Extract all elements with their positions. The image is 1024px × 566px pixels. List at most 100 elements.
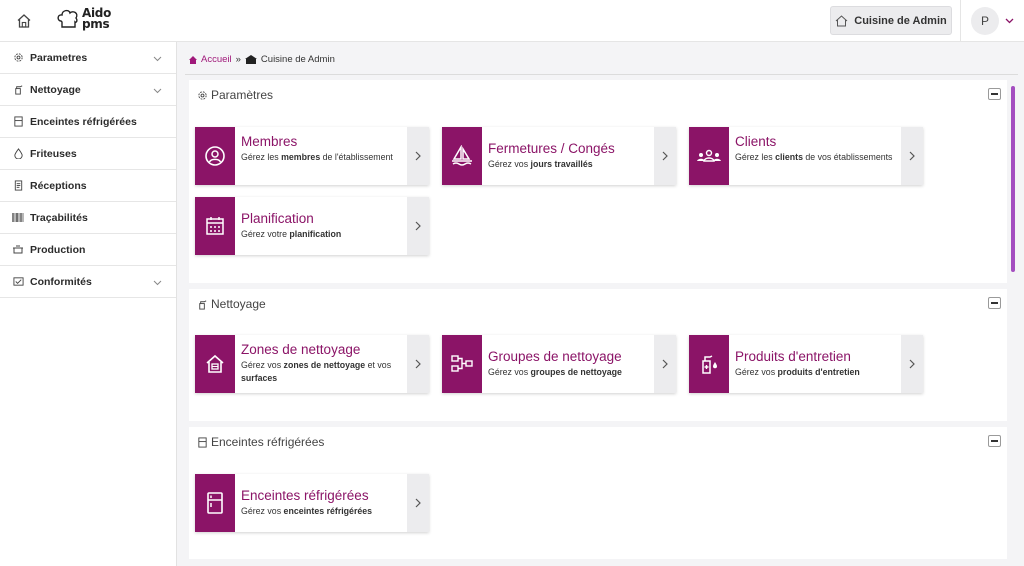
card-planification[interactable]: Planification Gérez votre planification [195,197,429,255]
card-title: Enceintes réfrigérées [241,488,369,503]
card-title: Produits d'entretien [735,349,851,364]
chevron-right-icon[interactable] [407,474,429,532]
chevron-right-icon[interactable] [901,335,923,393]
section-title-text: Nettoyage [211,297,266,311]
sidebar-item-parametres[interactable]: Parametres [0,42,176,74]
chevron-right-icon[interactable] [654,127,676,185]
chevron-down-icon [153,85,162,97]
sidebar-item-label: Réceptions [30,179,87,192]
chevron-right-icon[interactable] [407,197,429,255]
site-button-label: Cuisine de Admin [854,14,947,27]
scrollbar-thumb[interactable] [1011,86,1015,272]
card-fermetures[interactable]: Fermetures / Congés Gérez vos jours trav… [442,127,676,185]
pot-icon [12,244,24,256]
sailboat-icon [442,127,482,185]
barcode-icon [12,212,24,224]
card-title: Zones de nettoyage [241,342,361,357]
collapse-button[interactable] [988,435,1001,447]
card-title: Membres [241,134,298,149]
breadcrumb-home-link[interactable]: Accueil [201,54,232,65]
sidebar: Parametres Nettoyage Enceintes réfrigéré… [0,42,177,566]
user-circle-icon [195,127,235,185]
spray-icon [199,299,207,310]
fridge-icon [195,474,235,532]
card-description: Gérez votre planification [241,229,342,239]
fridge-icon [12,116,24,128]
card-title: Groupes de nettoyage [488,349,622,364]
sidebar-item-label: Traçabilités [30,211,88,224]
users-icon [689,127,729,185]
card-title: Planification [241,211,314,226]
logo-line-2: pms [82,17,110,31]
section-title: Nettoyage [197,297,266,311]
section-title-text: Enceintes réfrigérées [211,435,325,449]
spray-bottle-icon [689,335,729,393]
sidebar-item-label: Production [30,243,86,256]
chevron-right-icon[interactable] [901,127,923,185]
card-zones-nettoyage[interactable]: Zones de nettoyage Gérez vos zones de ne… [195,335,429,393]
sidebar-item-label: Nettoyage [30,83,81,96]
sidebar-item-label: Enceintes réfrigérées [30,115,137,128]
sidebar-item-label: Friteuses [30,147,77,160]
gear-icon [198,90,207,100]
receipt-icon [12,180,24,192]
breadcrumb-separator: » [235,54,241,65]
sidebar-item-enceintes[interactable]: Enceintes réfrigérées [0,106,176,138]
building-icon [244,55,257,64]
collapse-button[interactable] [988,88,1001,100]
sidebar-item-nettoyage[interactable]: Nettoyage [0,74,176,106]
card-groupes-nettoyage[interactable]: Groupes de nettoyage Gérez vos groupes d… [442,335,676,393]
collapse-button[interactable] [988,297,1001,309]
sidebar-item-label: Parametres [30,51,88,64]
spray-icon [12,84,24,96]
section-nettoyage: Nettoyage Zones de nettoyage Gérez vos z… [189,289,1007,421]
hierarchy-icon [442,335,482,393]
home-icon [189,55,197,64]
section-enceintes: Enceintes réfrigérées Enceintes réfrigér… [189,427,1007,559]
chevron-right-icon[interactable] [654,335,676,393]
chevron-right-icon[interactable] [407,127,429,185]
section-title: Paramètres [197,88,273,102]
sidebar-item-production[interactable]: Production [0,234,176,266]
check-icon [12,276,24,288]
breadcrumb: Accueil » Cuisine de Admin [189,54,335,65]
avatar[interactable]: P [971,7,999,35]
sidebar-item-friteuses[interactable]: Friteuses [0,138,176,170]
gear-icon [12,52,24,64]
section-parametres: Paramètres Membres Gérez les membres de … [189,80,1007,283]
chevron-down-icon[interactable] [1005,16,1014,27]
card-description: Gérez les clients de vos établissements [735,152,893,162]
section-title: Enceintes réfrigérées [197,435,324,449]
card-enceintes-refrigerees[interactable]: Enceintes réfrigérées Gérez vos enceinte… [195,474,429,532]
sidebar-item-receptions[interactable]: Réceptions [0,170,176,202]
card-description: Gérez vos jours travaillés [488,159,593,169]
card-description: Gérez vos zones de nettoyage et vos surf… [241,360,392,383]
card-produits-entretien[interactable]: Produits d'entretien Gérez vos produits … [689,335,923,393]
house-icon [835,14,848,26]
section-title-text: Paramètres [211,88,274,102]
card-membres[interactable]: Membres Gérez les membres de l'établisse… [195,127,429,185]
chevron-down-icon [153,277,162,289]
fridge-icon [198,436,207,448]
logo[interactable]: Aido pms [56,7,111,31]
card-title: Clients [735,134,777,149]
card-description: Gérez vos enceintes réfrigérées [241,506,373,516]
card-description: Gérez les membres de l'établissement [241,152,393,162]
card-clients[interactable]: Clients Gérez les clients de vos établis… [689,127,923,185]
breadcrumb-current: Cuisine de Admin [260,54,335,65]
chef-hat-icon [57,9,78,28]
card-description: Gérez vos groupes de nettoyage [488,367,622,377]
drop-icon [12,148,24,160]
user-menu[interactable]: P [960,0,1024,42]
house-icon [195,335,235,393]
calendar-icon [195,197,235,255]
sidebar-item-tracabilites[interactable]: Traçabilités [0,202,176,234]
sidebar-item-conformites[interactable]: Conformités [0,266,176,298]
chevron-right-icon[interactable] [407,335,429,393]
card-description: Gérez vos produits d'entretien [735,367,860,377]
site-selector-button[interactable]: Cuisine de Admin [830,6,952,35]
top-bar: Aido pms Cuisine de Admin P [0,0,1024,42]
chevron-down-icon [153,53,162,65]
home-icon[interactable] [14,11,34,31]
sidebar-item-label: Conformités [30,275,92,288]
